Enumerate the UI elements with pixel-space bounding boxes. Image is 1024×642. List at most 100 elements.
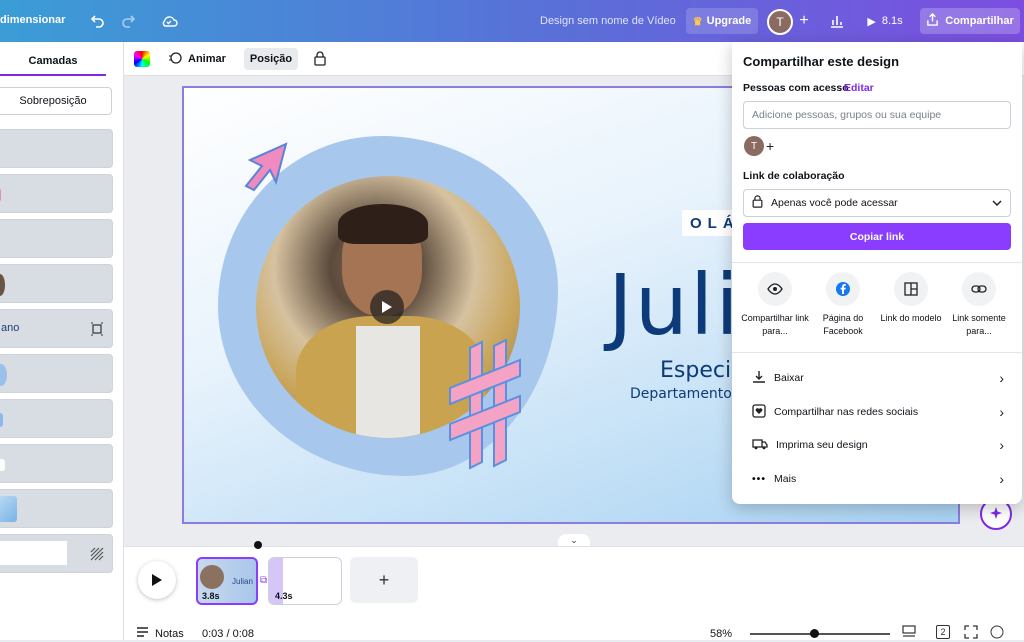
- clip-duration: 4.3s: [275, 591, 293, 601]
- notes-label: Notas: [155, 628, 184, 640]
- option-label: Página do Facebook: [822, 313, 864, 336]
- cloud-sync-icon[interactable]: [160, 12, 178, 30]
- zoom-percent[interactable]: 58%: [710, 628, 732, 640]
- grid-view-icon[interactable]: [902, 625, 916, 639]
- user-avatar[interactable]: T: [767, 9, 793, 35]
- timeline-clip-1[interactable]: Julian 3.8s: [196, 557, 258, 605]
- edit-access-link[interactable]: Editar: [844, 82, 874, 94]
- video-play-icon[interactable]: [370, 290, 404, 324]
- layer-item[interactable]: [0, 129, 113, 168]
- add-collaborator-icon[interactable]: +: [795, 12, 813, 30]
- layer-item[interactable]: [0, 399, 113, 438]
- fullscreen-icon[interactable]: [964, 625, 978, 639]
- crown-icon: ♛: [692, 15, 703, 28]
- animate-button[interactable]: Animar: [168, 50, 226, 68]
- facebook-page-option[interactable]: Página do Facebook: [808, 272, 878, 338]
- insights-icon[interactable]: [828, 12, 846, 30]
- help-icon[interactable]: [990, 625, 1004, 639]
- link-icon: [962, 272, 996, 306]
- download-icon: [752, 370, 766, 387]
- layer-text: ano: [1, 322, 20, 334]
- layer-item[interactable]: [0, 264, 113, 303]
- link-access-value: Apenas você pode acessar: [771, 197, 898, 209]
- share-link-option[interactable]: Compartilhar link para...: [740, 272, 810, 338]
- option-label: Link do modelo: [880, 313, 942, 323]
- timecode: 0:03 / 0:08: [202, 628, 254, 640]
- timeline-clip-2[interactable]: 4.3s: [268, 557, 342, 605]
- people-access-label: Pessoas com acesso: [743, 82, 849, 94]
- share-label: Compartilhar: [945, 15, 1014, 27]
- layer-item[interactable]: [0, 444, 113, 483]
- frame-icon[interactable]: [90, 322, 104, 336]
- layer-item[interactable]: [0, 534, 113, 573]
- color-picker-icon[interactable]: [134, 51, 150, 67]
- clip-thumb-text: Julian: [232, 577, 253, 586]
- divider: [732, 352, 1022, 353]
- layer-item[interactable]: [0, 219, 113, 258]
- view-only-link-option[interactable]: Link somente para...: [944, 272, 1014, 338]
- tab-layers[interactable]: Camadas: [0, 54, 106, 76]
- transparency-icon[interactable]: [90, 547, 104, 561]
- link-access-select[interactable]: Apenas você pode acessar: [743, 189, 1011, 217]
- template-link-option[interactable]: Link do modelo: [876, 272, 946, 325]
- zoom-slider[interactable]: [750, 633, 890, 635]
- photo-hair: [338, 204, 428, 244]
- layer-thumb: [0, 188, 1, 202]
- redo-icon[interactable]: [120, 12, 138, 30]
- layer-thumb: [0, 413, 3, 427]
- share-panel: Compartilhar este design Pessoas com ace…: [732, 42, 1022, 504]
- more-row[interactable]: ••• Mais ›: [752, 468, 1004, 490]
- position-button[interactable]: Posição: [244, 48, 298, 70]
- overlay-button[interactable]: Sobreposição: [0, 87, 112, 115]
- undo-icon[interactable]: [88, 12, 106, 30]
- chevron-right-icon: ›: [999, 471, 1004, 487]
- add-page-button[interactable]: +: [350, 557, 418, 603]
- copy-link-button[interactable]: Copiar link: [743, 223, 1011, 250]
- layer-item[interactable]: [0, 174, 113, 213]
- notes-icon: [136, 627, 149, 641]
- department-text[interactable]: Departamento d: [630, 386, 745, 402]
- resize-menu-label[interactable]: dimensionar: [0, 14, 65, 26]
- page-count[interactable]: 2: [936, 625, 950, 639]
- layer-item[interactable]: [0, 489, 113, 528]
- transition-icon[interactable]: ⧉: [260, 575, 267, 586]
- template-icon: [894, 272, 928, 306]
- zoom-slider-knob[interactable]: [810, 629, 819, 638]
- hashtag-sticker-icon: [449, 338, 521, 470]
- upgrade-label: Upgrade: [706, 15, 752, 27]
- duration-label: 8.1s: [881, 15, 903, 27]
- layer-item[interactable]: [0, 354, 113, 393]
- add-person-icon[interactable]: +: [766, 138, 774, 154]
- timeline-play-button[interactable]: [138, 561, 176, 599]
- chevron-right-icon: ›: [999, 437, 1004, 453]
- social-share-row[interactable]: Compartilhar nas redes sociais ›: [752, 401, 1004, 423]
- layer-item[interactable]: ano: [0, 309, 113, 348]
- collapse-timeline-icon[interactable]: ⌄: [558, 534, 590, 546]
- collaborator-avatar[interactable]: T: [744, 136, 764, 156]
- name-heading[interactable]: Juli: [608, 256, 741, 354]
- collab-link-label: Link de colaboração: [743, 170, 845, 182]
- playhead[interactable]: [254, 541, 262, 549]
- layer-thumb: [0, 459, 5, 471]
- share-panel-title: Compartilhar este design: [743, 54, 900, 69]
- share-button[interactable]: Compartilhar: [920, 8, 1020, 34]
- play-icon: ▶: [867, 15, 876, 28]
- layer-thumb: [0, 364, 7, 386]
- row-label: Imprima seu design: [776, 439, 868, 451]
- specialty-text[interactable]: Especi: [660, 358, 731, 383]
- facebook-icon: [826, 272, 860, 306]
- option-label: Link somente para...: [952, 313, 1006, 336]
- print-row[interactable]: Imprima seu design ›: [752, 434, 1004, 456]
- notes-button[interactable]: Notas: [136, 627, 184, 641]
- photo-tee: [356, 326, 420, 438]
- present-button[interactable]: ▶ 8.1s: [858, 8, 912, 34]
- add-people-input[interactable]: [743, 101, 1011, 129]
- layer-thumb: [0, 541, 67, 565]
- lock-icon[interactable]: [314, 51, 328, 67]
- design-name[interactable]: Design sem nome de Vídeo: [540, 15, 676, 27]
- upgrade-button[interactable]: ♛ Upgrade: [686, 8, 758, 34]
- chevron-right-icon: ›: [999, 404, 1004, 420]
- row-label: Mais: [774, 473, 797, 485]
- download-row[interactable]: Baixar ›: [752, 367, 1004, 389]
- top-bar: dimensionar Design sem nome de Vídeo ♛ U…: [0, 0, 1024, 42]
